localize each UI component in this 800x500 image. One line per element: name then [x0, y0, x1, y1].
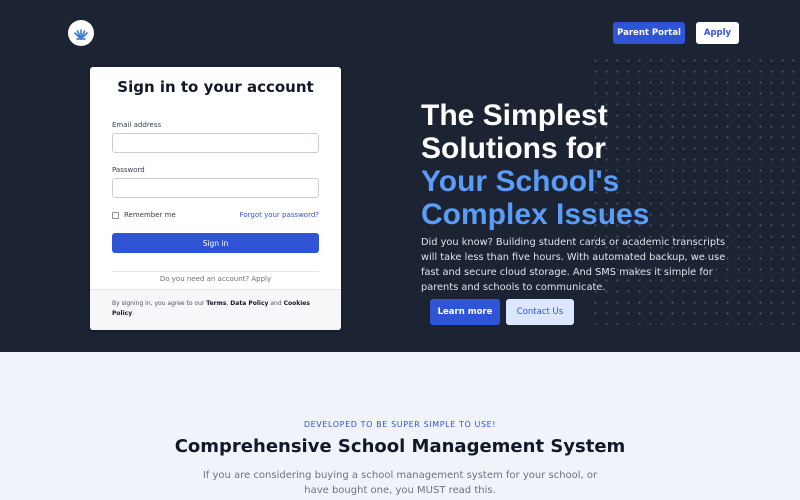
parent-portal-button[interactable]: Parent Portal: [613, 22, 685, 44]
data-policy-link[interactable]: Data Policy: [230, 300, 268, 307]
need-account-row: Do you need an account? Apply: [90, 266, 341, 285]
school-logo-icon[interactable]: [68, 20, 94, 46]
headline-line-1: The Simplest: [421, 99, 608, 132]
terms-period: .: [132, 310, 135, 317]
terms-link[interactable]: Terms: [206, 300, 226, 307]
sign-in-button[interactable]: Sign in: [112, 233, 319, 253]
terms-and: and: [270, 300, 282, 307]
email-label: Email address: [112, 121, 162, 129]
password-field[interactable]: [112, 178, 319, 198]
password-label: Password: [112, 166, 145, 174]
sign-in-title: Sign in to your account: [117, 78, 314, 96]
section-eyebrow: DEVELOPED TO BE SUPER SIMPLE TO USE!: [303, 420, 497, 429]
headline-line-4: Complex Issues: [421, 198, 650, 231]
terms-prefix: By signing in, you agree to our: [112, 300, 205, 307]
contact-us-button[interactable]: Contact Us: [506, 299, 574, 325]
terms-footer: By signing in, you agree to our Terms, D…: [90, 289, 341, 330]
learn-more-button[interactable]: Learn more: [430, 299, 500, 325]
hero-section: Parent Portal Apply Sign in to your acco…: [0, 0, 800, 352]
headline-line-2: Solutions for: [421, 132, 606, 165]
hero-headline: The Simplest Solutions for Your School's…: [421, 99, 761, 231]
need-account-link[interactable]: Do you need an account? Apply: [153, 275, 278, 283]
sign-in-card: Sign in to your account Email address Pa…: [90, 67, 341, 330]
apply-button[interactable]: Apply: [696, 22, 739, 44]
section-description: If you are considering buying a school m…: [202, 470, 598, 496]
forgot-password-link[interactable]: Forgot your password?: [240, 211, 319, 219]
section-title: Comprehensive School Management System: [174, 436, 626, 457]
terms-comma: ,: [226, 300, 229, 307]
headline-line-3: Your School's: [421, 165, 620, 198]
remember-me-checkbox[interactable]: [112, 212, 119, 219]
email-field[interactable]: [112, 133, 319, 153]
hero-description: Did you know? Building student cards or …: [421, 237, 726, 293]
remember-me-label: Remember me: [124, 211, 176, 219]
